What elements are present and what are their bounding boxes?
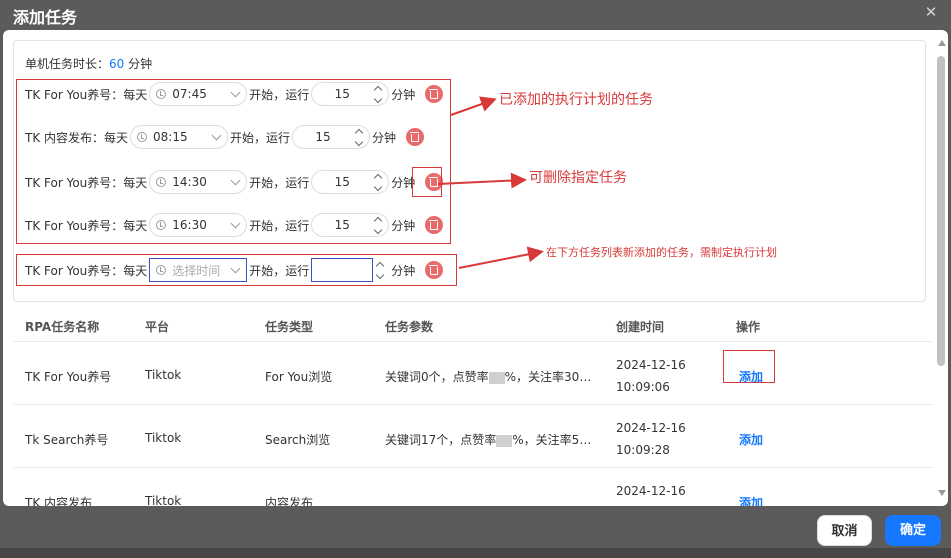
params-text-a: 关键词17个，点赞率 (385, 433, 497, 447)
created-date: 2024-12-16 (616, 358, 686, 372)
cell-created-time: 2024-12-16 10:09:06 (616, 354, 686, 398)
add-task-link[interactable]: 添加 (739, 494, 763, 506)
th-action: 操作 (736, 320, 761, 334)
table-row: TK For You养号 Tiktok For You浏览 关键词0个，点赞率%… (13, 341, 933, 404)
cancel-button[interactable]: 取消 (817, 515, 872, 546)
scroll-up-icon[interactable] (938, 40, 946, 46)
close-icon[interactable]: ✕ (922, 3, 940, 21)
cell-platform: Tiktok (145, 368, 182, 382)
cell-platform: Tiktok (145, 431, 182, 445)
vertical-scrollbar[interactable] (937, 40, 946, 496)
cell-task-type: 内容发布 (265, 496, 314, 506)
params-text-a: 关键词0个，点赞率 (385, 370, 489, 384)
cell-task-params: 关键词0个，点赞率 %，关注率30… (385, 368, 591, 385)
cell-task-name: TK For You养号 (25, 370, 112, 384)
cell-platform: Tiktok (145, 494, 182, 506)
table-header: RPA任务名称 平台 任务类型 任务参数 创建时间 操作 (3, 310, 933, 340)
th-task-name: RPA任务名称 (25, 320, 100, 334)
redacted-block (496, 434, 513, 447)
created-time: 10:09:28 (616, 443, 670, 457)
params-text-b: %，关注率5… (512, 433, 592, 447)
annotation-delete: 可删除指定任务 (529, 170, 627, 186)
created-time: 10:09:06 (616, 380, 670, 394)
cell-task-name: TK 内容发布 (25, 496, 93, 506)
annotation-added: 已添加的执行计划的任务 (499, 92, 653, 108)
cell-created-time: 2024-12-16 10:09:28 (616, 417, 686, 461)
redacted-block (488, 371, 505, 384)
background-strip (0, 548, 951, 558)
add-task-dialog: 添加任务 ✕ 单机任务时长：60 分钟 TK For You养号： 每天 07:… (0, 0, 951, 548)
cell-task-type: Search浏览 (265, 433, 331, 447)
annotation-new: 在下方任务列表新添加的任务，需制定执行计划 (546, 246, 777, 259)
cell-task-name: Tk Search养号 (25, 433, 109, 447)
created-date: 2024-12-16 (616, 484, 686, 498)
th-task-params: 任务参数 (385, 320, 434, 334)
scroll-down-icon[interactable] (938, 490, 946, 496)
dialog-title: 添加任务 (13, 8, 78, 27)
cell-created-time: 2024-12-16 (616, 480, 686, 502)
th-task-type: 任务类型 (265, 320, 314, 334)
table-row: TK 内容发布 Tiktok 内容发布 2024-12-16 添加 (13, 467, 933, 506)
th-platform: 平台 (145, 320, 170, 334)
scroll-thumb[interactable] (937, 56, 945, 366)
dialog-body: 单机任务时长：60 分钟 TK For You养号： 每天 07:45 开始，运… (3, 30, 948, 506)
created-date: 2024-12-16 (616, 421, 686, 435)
th-created-time: 创建时间 (616, 320, 665, 334)
add-task-link[interactable]: 添加 (739, 368, 763, 385)
params-text-b: %，关注率30… (504, 370, 592, 384)
table-row: Tk Search养号 Tiktok Search浏览 关键词17个，点赞率 %，… (13, 404, 933, 467)
cell-task-type: For You浏览 (265, 370, 333, 384)
ok-button[interactable]: 确定 (885, 515, 941, 546)
dialog-footer: 取消 确定 (0, 506, 951, 548)
cell-task-params: 关键词17个，点赞率 %，关注率5… (385, 431, 591, 448)
add-task-link[interactable]: 添加 (739, 431, 763, 448)
